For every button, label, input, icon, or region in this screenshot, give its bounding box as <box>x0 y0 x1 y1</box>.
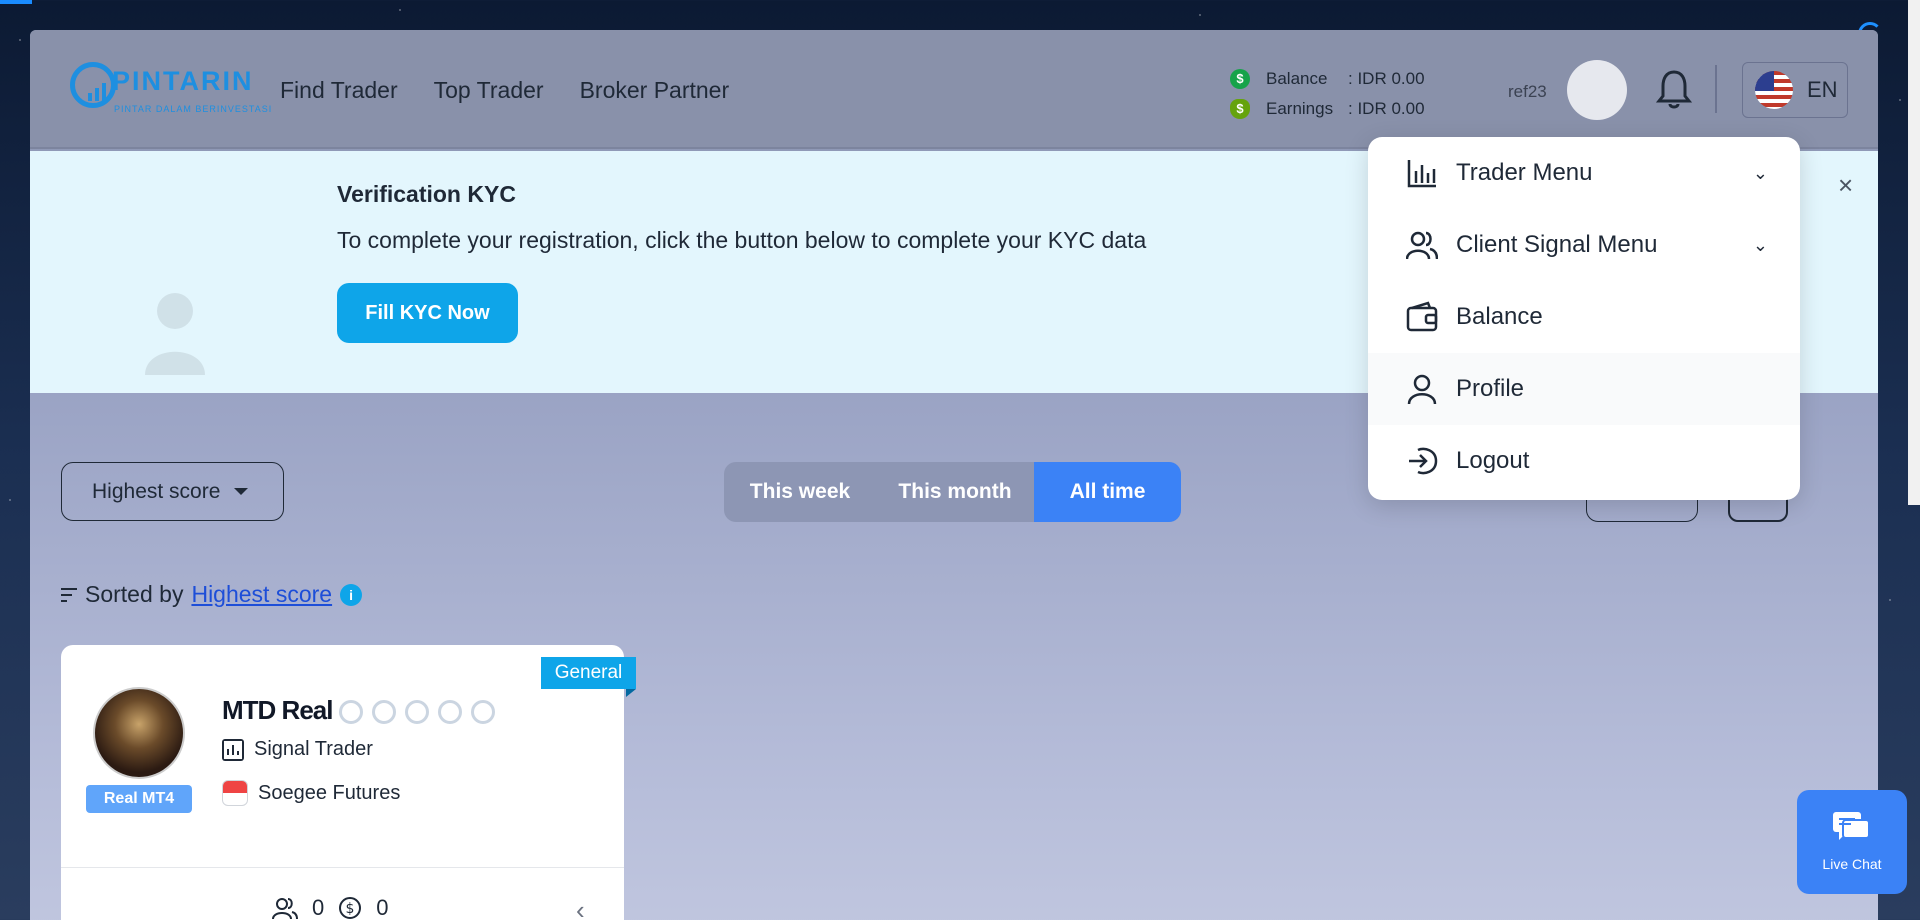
card-category-tag: General <box>541 657 636 689</box>
medal-icon <box>339 700 363 724</box>
earnings-value: : IDR 0.00 <box>1348 99 1425 118</box>
live-chat-label: Live Chat <box>1822 856 1882 872</box>
medal-row <box>339 700 495 724</box>
sort-lines-icon <box>61 587 77 602</box>
nav-top-trader[interactable]: Top Trader <box>434 77 544 104</box>
chat-bubbles-icon <box>1833 812 1870 840</box>
followers-icon <box>272 898 298 920</box>
balance-value: : IDR 0.00 <box>1348 69 1425 88</box>
medal-icon <box>405 700 429 724</box>
menu-item-logout[interactable]: Logout <box>1368 425 1800 497</box>
logo-bars-icon <box>88 83 106 101</box>
logo[interactable]: PINTARIN PINTAR DALAM BERINVESTASI <box>70 62 271 120</box>
logo-text: PINTARIN <box>112 66 254 96</box>
card-stats: 0 $ 0 <box>272 895 389 920</box>
logo-mark-icon <box>70 62 116 108</box>
menu-item-client-signal-menu[interactable]: Client Signal Menu ⌄ <box>1368 209 1800 281</box>
trader-role-row: Signal Trader <box>222 738 373 761</box>
menu-item-label: Client Signal Menu <box>1456 231 1658 258</box>
period-all-time[interactable]: All time <box>1034 462 1181 522</box>
sorted-by-prefix: Sorted by <box>85 581 184 607</box>
wallet-icon <box>1406 301 1438 332</box>
trader-avatar[interactable] <box>93 687 185 779</box>
menu-item-profile[interactable]: Profile <box>1368 353 1800 425</box>
wallet-summary: $ Balance : IDR 0.00 $ Earnings : IDR 0.… <box>1230 64 1425 124</box>
main-nav: Find Trader Top Trader Broker Partner <box>280 77 729 104</box>
user-ref: ref23 <box>1508 82 1547 101</box>
medal-icon <box>438 700 462 724</box>
balance-label: Balance <box>1266 69 1328 88</box>
header-divider <box>1715 65 1717 113</box>
menu-item-label: Profile <box>1456 375 1525 402</box>
earnings-count: 0 <box>376 895 389 920</box>
bar-chart-icon <box>1407 160 1436 188</box>
menu-item-trader-menu[interactable]: Trader Menu ⌄ <box>1368 137 1800 209</box>
chevron-left-icon[interactable]: ‹ <box>576 895 585 920</box>
card-divider <box>61 867 624 868</box>
trader-name[interactable]: MTD Real <box>222 695 333 726</box>
chevron-down-icon: ⌄ <box>1752 235 1768 255</box>
dollar-coin-icon: $ <box>1230 69 1250 89</box>
tag-fold <box>626 689 636 697</box>
sort-dropdown-label: Highest score <box>92 479 221 503</box>
balance-row: $ Balance : IDR 0.00 <box>1230 64 1425 94</box>
medal-icon <box>372 700 396 724</box>
top-header: PINTARIN PINTAR DALAM BERINVESTASI Find … <box>30 30 1878 149</box>
user-avatar[interactable] <box>1567 60 1627 120</box>
period-toggle: This week This month All time <box>724 462 1181 522</box>
info-icon[interactable]: i <box>340 583 363 606</box>
period-this-week[interactable]: This week <box>724 462 876 522</box>
dollar-circle-icon: $ <box>339 897 362 919</box>
language-code: EN <box>1807 77 1838 102</box>
trader-broker-row: Soegee Futures <box>222 780 400 806</box>
earnings-label: Earnings <box>1266 99 1334 118</box>
page-scrollbar[interactable] <box>1908 0 1920 505</box>
menu-item-label: Logout <box>1456 447 1530 474</box>
bell-icon[interactable] <box>1656 68 1692 110</box>
users-icon <box>1406 231 1438 260</box>
kyc-illustration-icon <box>145 293 205 375</box>
chevron-down-icon: ⌄ <box>1752 163 1768 183</box>
nav-find-trader[interactable]: Find Trader <box>280 77 398 104</box>
indonesia-flag-icon <box>222 780 248 806</box>
period-this-month[interactable]: This month <box>876 462 1034 522</box>
caret-down-icon <box>234 488 249 495</box>
trader-broker: Soegee Futures <box>258 781 401 804</box>
followers-count: 0 <box>312 895 325 920</box>
menu-item-balance[interactable]: Balance <box>1368 281 1800 353</box>
kyc-close-icon[interactable]: × <box>1838 170 1853 201</box>
menu-item-label: Trader Menu <box>1456 159 1593 186</box>
logo-tagline: PINTAR DALAM BERINVESTASI <box>114 104 273 114</box>
user-dropdown-menu: Trader Menu ⌄ Client Signal Menu ⌄ Balan… <box>1368 137 1800 500</box>
kyc-title: Verification KYC <box>337 181 516 207</box>
svg-text:$: $ <box>346 901 355 917</box>
language-selector[interactable]: EN <box>1742 62 1848 118</box>
us-flag-icon <box>1755 71 1793 109</box>
kyc-description: To complete your registration, click the… <box>337 227 1147 253</box>
sorted-by-link[interactable]: Highest score <box>191 581 332 608</box>
medal-icon <box>471 700 495 724</box>
earnings-row: $ Earnings : IDR 0.00 <box>1230 94 1425 124</box>
nav-broker-partner[interactable]: Broker Partner <box>580 77 730 104</box>
live-chat-button[interactable]: Live Chat <box>1797 790 1907 894</box>
sorted-by-row: Sorted by Highest score i <box>61 581 363 608</box>
logout-icon <box>1409 447 1438 475</box>
fill-kyc-button[interactable]: Fill KYC Now <box>337 283 518 343</box>
user-icon <box>1407 374 1437 405</box>
money-bag-icon: $ <box>1230 99 1250 119</box>
sort-dropdown-button[interactable]: Highest score <box>61 462 284 521</box>
trader-role: Signal Trader <box>254 738 373 760</box>
window-corner-accent <box>0 0 32 4</box>
bar-chart-icon <box>222 738 244 761</box>
account-type-badge: Real MT4 <box>86 785 192 813</box>
menu-item-label: Balance <box>1456 303 1543 330</box>
